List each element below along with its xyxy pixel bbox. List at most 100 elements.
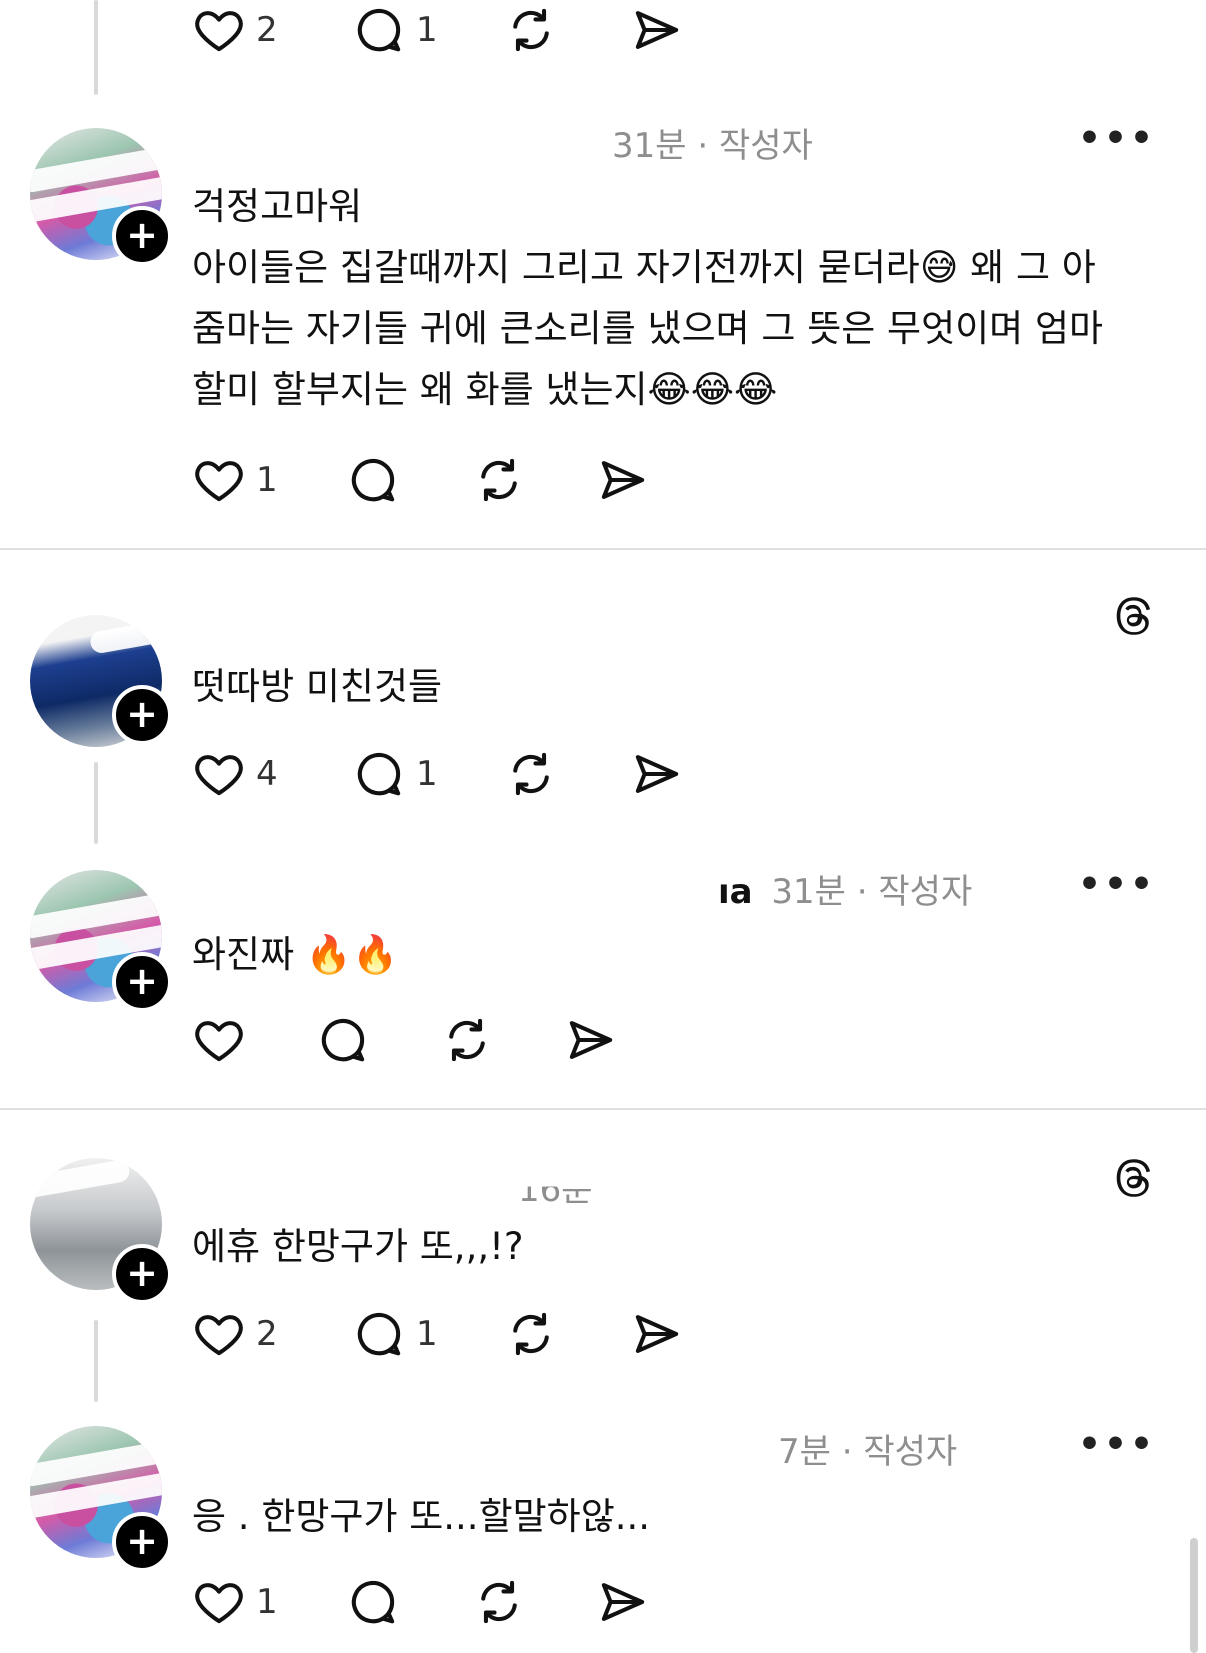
comment-icon — [352, 3, 406, 57]
reply-count: 1 — [416, 754, 438, 794]
send-icon — [596, 453, 650, 507]
like-count: 1 — [256, 460, 278, 500]
reply-count: 1 — [416, 10, 438, 50]
post-text: 걱정고마워 아이들은 집갈때까지 그리고 자기전까지 묻더라😅 왜 그 아 줌마… — [192, 176, 1103, 420]
follow-plus-button[interactable]: + — [112, 206, 172, 266]
like-button[interactable]: 4 — [192, 744, 278, 804]
reply-button[interactable]: 1 — [352, 1304, 438, 1364]
post-text: 에휴 한망구가 또,,,!? — [192, 1225, 524, 1268]
post-text: 떳따방 미친것들 — [192, 665, 443, 708]
meta-separator: · — [845, 872, 879, 912]
share-button[interactable] — [630, 1304, 684, 1364]
like-count: 2 — [256, 10, 278, 50]
thread-connector-line — [94, 762, 98, 844]
heart-icon — [192, 1013, 246, 1067]
thread-connector-line — [94, 1320, 98, 1402]
send-icon — [630, 1307, 684, 1361]
reply-button[interactable] — [346, 1572, 410, 1632]
more-options-button[interactable]: ••• — [1078, 864, 1156, 905]
repost-button[interactable] — [504, 0, 558, 60]
post-divider — [0, 548, 1206, 550]
plus-icon: + — [126, 1519, 158, 1563]
plus-icon: + — [126, 213, 158, 257]
post-text-line: 할미 할부지는 왜 화를 냈는지😂😂😂 — [192, 368, 778, 411]
author-badge: 작성자 — [878, 872, 973, 912]
author-badge: 작성자 — [863, 1432, 958, 1472]
like-count: 4 — [256, 754, 278, 794]
repost-icon — [504, 3, 558, 57]
more-horizontal-icon: ••• — [1077, 1424, 1156, 1465]
threads-logo-icon[interactable] — [1110, 1152, 1156, 1204]
post-meta: ıa 31분 · 작성자 — [718, 864, 972, 913]
repost-icon — [440, 1013, 494, 1067]
author-badge: 작성자 — [718, 126, 813, 166]
share-button[interactable] — [596, 450, 650, 510]
more-options-button[interactable]: ••• — [1078, 118, 1156, 159]
repost-icon — [472, 453, 526, 507]
comment-icon — [346, 1575, 400, 1629]
follow-plus-button[interactable]: + — [112, 685, 172, 745]
like-button[interactable]: 2 — [192, 1304, 278, 1364]
more-horizontal-icon: ••• — [1077, 118, 1156, 159]
comment-icon — [352, 747, 406, 801]
heart-icon — [192, 1307, 246, 1361]
like-button[interactable]: 1 — [192, 1572, 278, 1632]
scrollbar[interactable] — [1190, 1538, 1198, 1653]
timestamp: 7분 — [778, 1432, 831, 1472]
repost-button[interactable] — [472, 1572, 526, 1632]
repost-icon — [504, 747, 558, 801]
send-icon — [630, 3, 684, 57]
heart-icon — [192, 453, 246, 507]
post-text: 와진짜 🔥🔥 — [192, 933, 399, 976]
repost-button[interactable] — [504, 1304, 558, 1364]
comment-icon — [352, 1307, 406, 1361]
meta-separator: · — [830, 1432, 864, 1472]
heart-icon — [192, 3, 246, 57]
post-text: 응 . 한망구가 또...할말하않... — [192, 1495, 651, 1538]
thread-connector-line — [94, 0, 98, 95]
timestamp: 16분 — [518, 1170, 593, 1211]
send-icon — [596, 1575, 650, 1629]
plus-icon: + — [126, 959, 158, 1003]
reply-button[interactable]: 1 — [352, 0, 438, 60]
plus-icon: + — [126, 692, 158, 736]
follow-plus-button[interactable]: + — [112, 1512, 172, 1572]
share-button[interactable] — [630, 744, 684, 804]
repost-icon — [472, 1575, 526, 1629]
post-meta: 7분 · 작성자 — [778, 1424, 957, 1473]
post-text-line: 줌마는 자기들 귀에 큰소리를 냈으며 그 뜻은 무엇이며 엄마 — [192, 307, 1104, 350]
threads-logo-icon[interactable] — [1110, 590, 1156, 642]
repost-button[interactable] — [472, 450, 526, 510]
post-text-line: 걱정고마워 — [192, 185, 363, 228]
username[interactable]: ıa — [718, 872, 753, 912]
share-button[interactable] — [630, 0, 684, 60]
reply-button[interactable]: 1 — [352, 744, 438, 804]
like-button[interactable]: 2 — [192, 0, 278, 60]
repost-button[interactable] — [440, 1010, 494, 1070]
share-button[interactable] — [596, 1572, 650, 1632]
like-button[interactable]: 1 — [192, 450, 278, 510]
timestamp: 31분 — [612, 126, 687, 166]
more-options-button[interactable]: ••• — [1078, 1424, 1156, 1465]
avatar-redaction — [30, 1158, 132, 1200]
reply-count: 1 — [416, 1314, 438, 1354]
share-button[interactable] — [564, 1010, 618, 1070]
post-text-line: 아이들은 집갈때까지 그리고 자기전까지 묻더라😅 왜 그 아 — [192, 246, 1096, 289]
reply-button[interactable] — [346, 450, 410, 510]
follow-plus-button[interactable]: + — [112, 1244, 172, 1304]
post-divider — [0, 1108, 1206, 1110]
timestamp: 31분 — [771, 872, 846, 912]
heart-icon — [192, 747, 246, 801]
repost-icon — [504, 1307, 558, 1361]
repost-button[interactable] — [504, 744, 558, 804]
more-horizontal-icon: ••• — [1077, 864, 1156, 905]
send-icon — [630, 747, 684, 801]
like-count: 1 — [256, 1582, 278, 1622]
plus-icon: + — [126, 1251, 158, 1295]
like-button[interactable] — [192, 1010, 256, 1070]
follow-plus-button[interactable]: + — [112, 952, 172, 1012]
comment-icon — [346, 453, 400, 507]
comment-icon — [316, 1013, 370, 1067]
reply-button[interactable] — [316, 1010, 380, 1070]
post-meta: 16분 — [518, 1170, 593, 1212]
